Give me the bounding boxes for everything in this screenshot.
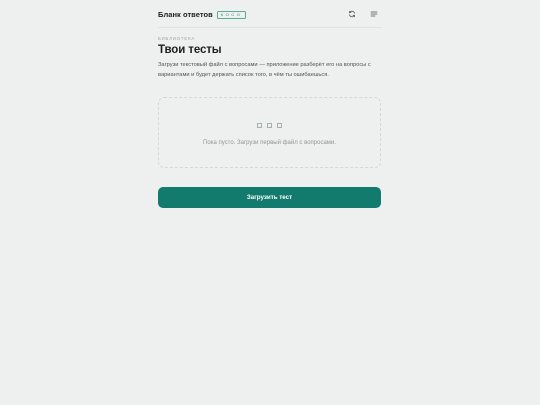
sync-icon: [349, 10, 355, 18]
app-header: Бланк ответов косо: [158, 0, 382, 28]
app-root: Бланк ответов косо Библиотека Твои тесты…: [0, 0, 540, 405]
sync-button[interactable]: [347, 9, 357, 19]
brand-badge: косо: [216, 10, 247, 19]
section-label: Библиотека: [158, 36, 196, 41]
empty-state-message: Пока пусто. Загрузи первый файл с вопрос…: [203, 140, 336, 146]
menu-icon: [370, 11, 378, 17]
empty-state-card: Пока пусто. Загрузи первый файл с вопрос…: [158, 97, 381, 168]
page-title: Твои тесты: [158, 44, 222, 56]
empty-squares-icon: [159, 123, 380, 128]
app-title: Бланк ответов: [158, 10, 213, 19]
page-description: Загрузи текстовый файл с вопросами — при…: [158, 62, 371, 79]
square-icon: [257, 123, 262, 128]
upload-test-button[interactable]: Загрузить тест: [158, 187, 381, 208]
square-icon: [267, 123, 272, 128]
brand: Бланк ответов косо: [158, 10, 247, 19]
menu-button[interactable]: [369, 9, 379, 19]
square-icon: [277, 123, 282, 128]
